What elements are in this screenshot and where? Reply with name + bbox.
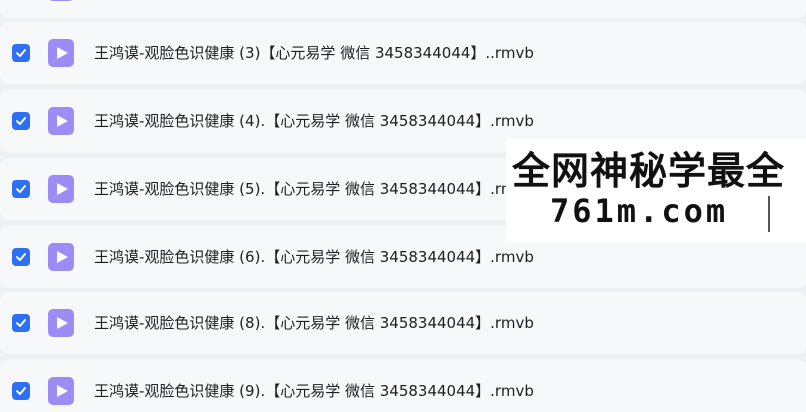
file-name[interactable]: 王鸿谟-观脸色识健康 (5).【心元易学 微信 3458344044】.rmvb — [94, 179, 534, 199]
checkbox[interactable] — [12, 44, 30, 62]
checkmark-icon — [16, 185, 26, 193]
video-file-icon — [48, 0, 74, 1]
checkbox[interactable] — [12, 382, 30, 400]
checkmark-icon — [16, 387, 26, 395]
checkmark-icon — [16, 253, 26, 261]
watermark-overlay: 全网神秘学最全 761m.com — [506, 138, 806, 242]
file-name[interactable]: 王鸿谟-观脸色识健康 (6).【心元易学 微信 3458344044】.rmvb — [94, 247, 534, 267]
checkbox[interactable] — [12, 112, 30, 130]
video-file-icon — [48, 243, 74, 271]
list-item[interactable]: 王鸿谟-观脸色识健康 (3)【心元易学 微信 3458344044】..rmvb — [0, 22, 806, 84]
checkbox[interactable] — [12, 314, 30, 332]
watermark-url: 761m.com — [550, 192, 729, 230]
file-name[interactable]: 王鸿谟-观脸色识健康 (9).【心元易学 微信 3458344044】.rmvb — [94, 381, 534, 401]
list-item[interactable]: 王鸿谟-观脸色识健康 (8).【心元易学 微信 3458344044】.rmvb — [0, 292, 806, 354]
checkbox[interactable] — [12, 180, 30, 198]
file-name[interactable]: 王鸿谟-观脸色识健康 (3)【心元易学 微信 3458344044】..rmvb — [94, 43, 534, 63]
file-name[interactable]: 王鸿谟-观脸色识健康 (4).【心元易学 微信 3458344044】.rmvb — [94, 111, 534, 131]
video-file-icon — [48, 107, 74, 135]
list-item-partial[interactable] — [0, 0, 806, 18]
checkbox[interactable] — [12, 248, 30, 266]
watermark-title: 全网神秘学最全 — [512, 149, 786, 193]
checkmark-icon — [16, 49, 26, 57]
file-list: 王鸿谟-观脸色识健康 (3)【心元易学 微信 3458344044】..rmvb… — [0, 0, 806, 412]
checkmark-icon — [16, 117, 26, 125]
video-file-icon — [48, 377, 74, 405]
file-name[interactable]: 王鸿谟-观脸色识健康 (8).【心元易学 微信 3458344044】.rmvb — [94, 313, 534, 333]
text-cursor — [768, 196, 770, 232]
list-item[interactable]: 王鸿谟-观脸色识健康 (9).【心元易学 微信 3458344044】.rmvb — [0, 360, 806, 412]
video-file-icon — [48, 309, 74, 337]
checkmark-icon — [16, 319, 26, 327]
video-file-icon — [48, 39, 74, 67]
video-file-icon — [48, 175, 74, 203]
